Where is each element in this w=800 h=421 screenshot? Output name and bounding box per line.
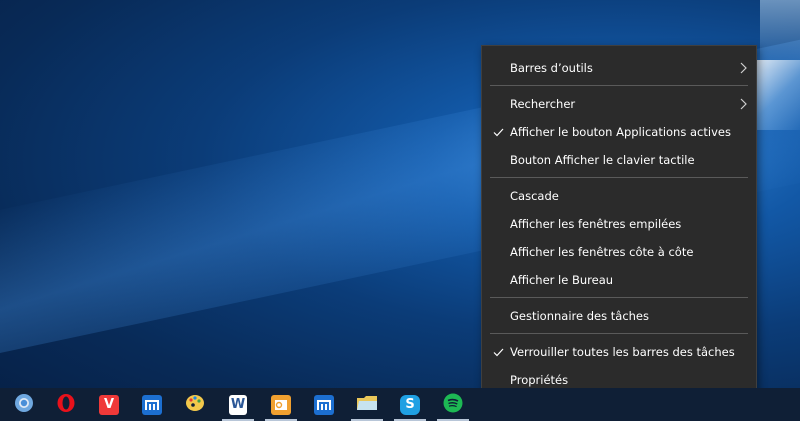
menu-separator xyxy=(490,297,748,298)
maxthon-icon xyxy=(142,394,162,415)
taskbar-app-spotify[interactable] xyxy=(433,388,473,421)
opera-icon xyxy=(56,393,76,417)
maxthon-icon xyxy=(314,394,334,415)
taskbar-context-menu: Barres d’outils Rechercher Afficher le b… xyxy=(481,45,757,397)
word-icon: W xyxy=(229,394,247,415)
taskbar-app-outlook[interactable] xyxy=(261,388,301,421)
taskbar-app-word[interactable]: W xyxy=(218,388,258,421)
menu-item-label: Cascade xyxy=(510,189,559,203)
windows-logo-glow xyxy=(750,60,800,130)
menu-separator xyxy=(490,333,748,334)
taskbar-app-file-explorer[interactable] xyxy=(347,388,387,421)
menu-item-label: Afficher le Bureau xyxy=(510,273,614,287)
menu-item-show-desktop[interactable]: Afficher le Bureau xyxy=(482,266,756,294)
menu-item-label: Propriétés xyxy=(510,373,569,387)
checkmark-icon xyxy=(492,118,504,146)
taskbar-app-maxthon[interactable] xyxy=(132,388,172,421)
menu-item-cascade[interactable]: Cascade xyxy=(482,182,756,210)
folder-icon xyxy=(356,394,378,416)
taskbar-app-paint[interactable] xyxy=(175,388,215,421)
menu-item-side-by-side-windows[interactable]: Afficher les fenêtres côte à côte xyxy=(482,238,756,266)
menu-item-label: Afficher les fenêtres côte à côte xyxy=(510,245,694,259)
taskbar-app-vivaldi[interactable]: V xyxy=(89,388,129,421)
menu-item-label: Bouton Afficher le clavier tactile xyxy=(510,153,695,167)
chevron-right-icon xyxy=(740,90,747,118)
menu-item-label: Afficher le bouton Applications actives xyxy=(510,125,731,139)
menu-item-task-manager[interactable]: Gestionnaire des tâches xyxy=(482,302,756,330)
chrome-icon xyxy=(14,393,34,417)
menu-item-show-task-view-button[interactable]: Afficher le bouton Applications actives xyxy=(482,118,756,146)
menu-item-touch-keyboard-button[interactable]: Bouton Afficher le clavier tactile xyxy=(482,146,756,174)
menu-item-stacked-windows[interactable]: Afficher les fenêtres empilées xyxy=(482,210,756,238)
menu-item-toolbars[interactable]: Barres d’outils xyxy=(482,54,756,82)
skype-icon: S xyxy=(400,394,420,415)
menu-item-label: Verrouiller toutes les barres des tâches xyxy=(510,345,735,359)
outlook-icon xyxy=(271,394,291,415)
checkmark-icon xyxy=(492,338,504,366)
taskbar-app-maxthon-2[interactable] xyxy=(304,388,344,421)
menu-item-label: Rechercher xyxy=(510,97,576,111)
spotify-icon xyxy=(443,393,463,417)
menu-item-label: Gestionnaire des tâches xyxy=(510,309,649,323)
taskbar-app-skype[interactable]: S xyxy=(390,388,430,421)
chevron-right-icon xyxy=(740,54,747,82)
paint-icon xyxy=(185,393,205,417)
taskbar-app-chrome[interactable] xyxy=(4,388,44,421)
taskbar: V W S xyxy=(0,388,800,421)
taskbar-app-opera[interactable] xyxy=(46,388,86,421)
menu-separator xyxy=(490,85,748,86)
menu-item-search[interactable]: Rechercher xyxy=(482,90,756,118)
menu-separator xyxy=(490,177,748,178)
menu-item-label: Barres d’outils xyxy=(510,61,593,75)
menu-item-label: Afficher les fenêtres empilées xyxy=(510,217,682,231)
vivaldi-icon: V xyxy=(99,394,119,415)
menu-item-lock-taskbars[interactable]: Verrouiller toutes les barres des tâches xyxy=(482,338,756,366)
